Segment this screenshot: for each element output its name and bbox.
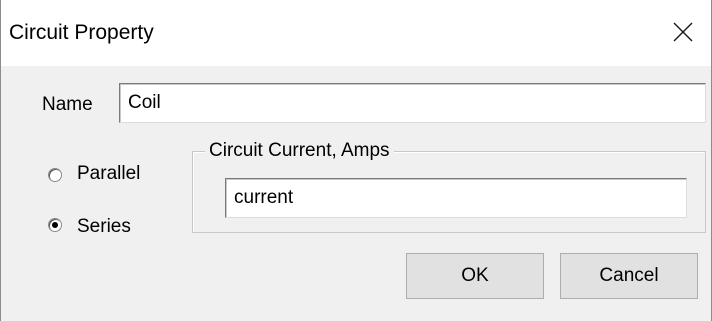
radio-selected-dot	[52, 222, 58, 228]
series-label: Series	[77, 216, 131, 237]
dialog-title: Circuit Property	[9, 21, 154, 44]
close-button[interactable]	[653, 6, 711, 58]
close-icon	[673, 22, 693, 42]
circuit-current-group-label: Circuit Current, Amps	[205, 140, 394, 162]
name-input[interactable]	[119, 83, 706, 123]
series-radio-button[interactable]	[48, 218, 62, 232]
cancel-button[interactable]: Cancel	[560, 253, 698, 299]
dialog-body: Name Parallel Series Circuit Current, Am…	[1, 66, 711, 321]
circuit-property-dialog: Circuit Property Name Parallel Series Ci…	[0, 0, 712, 321]
parallel-label: Parallel	[77, 163, 141, 184]
name-label: Name	[42, 94, 93, 115]
circuit-current-input[interactable]	[225, 178, 687, 218]
circuit-current-group: Circuit Current, Amps	[192, 140, 706, 233]
ok-button[interactable]: OK	[406, 253, 544, 299]
title-bar[interactable]: Circuit Property	[1, 0, 711, 66]
parallel-radio-button[interactable]	[48, 168, 62, 182]
